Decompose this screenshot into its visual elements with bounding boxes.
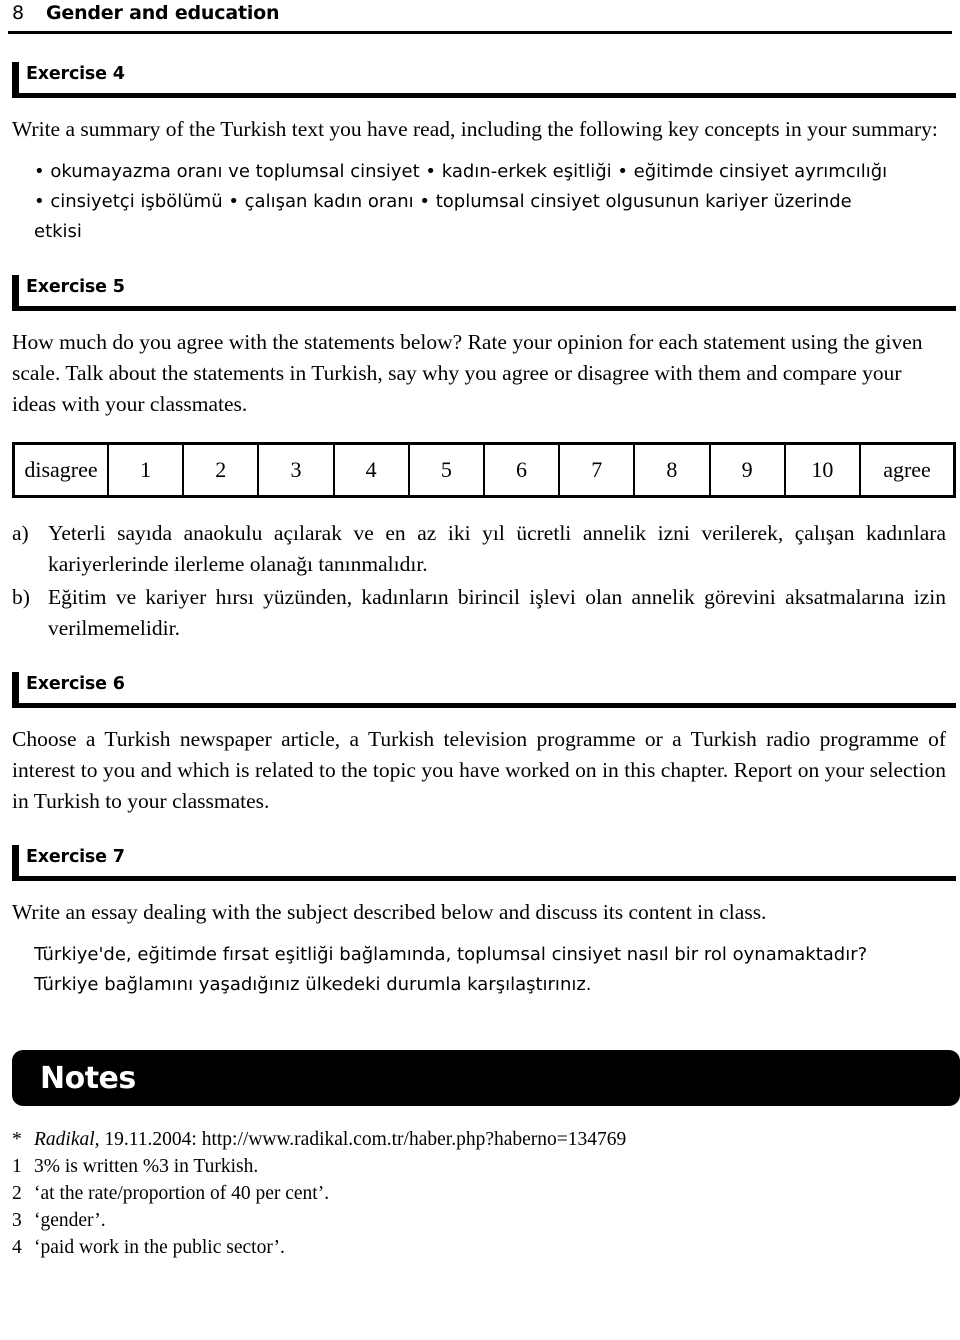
heading-bar-marker xyxy=(12,62,19,94)
footnote-text: ‘paid work in the public sector’. xyxy=(34,1237,285,1258)
footnote-item: 1 3% is written %3 in Turkish. xyxy=(12,1153,952,1180)
footnote-list: * Radikal, 19.11.2004: http://www.radika… xyxy=(12,1126,952,1261)
footnote-item: 4 ‘paid work in the public sector’. xyxy=(12,1234,952,1261)
scale-cell-1[interactable]: 1 xyxy=(106,442,185,498)
document-page: 8 Gender and education Exercise 4 Write … xyxy=(0,0,960,1340)
exercise-7-essay-prompt: Türkiye'de, eğitimde fırsat eşitliği bağ… xyxy=(34,944,868,995)
scale-cell-7[interactable]: 7 xyxy=(558,442,636,498)
footnote-marker: * xyxy=(12,1129,22,1150)
notes-banner: Notes xyxy=(12,1050,960,1106)
exercise-4-key-concepts: • okumayazma oranı ve toplumsal cinsiyet… xyxy=(34,161,888,242)
footnote-text: 3% is written %3 in Turkish. xyxy=(34,1156,259,1177)
footnote-marker: 4 xyxy=(12,1237,22,1258)
exercise-7-instruction: Write an essay dealing with the subject … xyxy=(12,900,767,924)
exercise-5-label: Exercise 5 xyxy=(26,277,125,297)
exercise-heading-4: Exercise 4 xyxy=(8,62,956,98)
rating-scale-table: disagree 1 2 3 4 5 6 7 8 9 10 agree xyxy=(12,442,956,498)
list-item: b) Eğitim ve kariyer hırsı yüzünden, kad… xyxy=(12,582,946,644)
list-item-text: Yeterli sayıda anaokulu açılarak ve en a… xyxy=(48,521,946,576)
footnote-text: ‘at the rate/proportion of 40 per cent’. xyxy=(34,1183,330,1204)
exercise-6-instruction: Choose a Turkish newspaper article, a Tu… xyxy=(12,727,946,813)
scale-cell-3[interactable]: 3 xyxy=(257,442,335,498)
exercise-7-label: Exercise 7 xyxy=(26,847,125,867)
footnote-item: * Radikal, 19.11.2004: http://www.radika… xyxy=(12,1126,952,1153)
list-item-marker: a) xyxy=(12,521,29,545)
scale-cell-9[interactable]: 9 xyxy=(708,442,786,498)
scale-cell-disagree[interactable]: disagree xyxy=(12,442,109,498)
footnote-marker: 2 xyxy=(12,1183,22,1204)
exercise-heading-5: Exercise 5 xyxy=(8,275,956,311)
list-item-marker: b) xyxy=(12,585,30,609)
table-row: disagree 1 2 3 4 5 6 7 8 9 10 agree xyxy=(12,442,956,498)
exercise-heading-6: Exercise 6 xyxy=(8,672,956,708)
scale-cell-2[interactable]: 2 xyxy=(182,442,260,498)
list-item: a) Yeterli sayıda anaokulu açılarak ve e… xyxy=(12,518,946,580)
exercise-5-statements: a) Yeterli sayıda anaokulu açılarak ve e… xyxy=(12,518,946,644)
footnote-text: Radikal, 19.11.2004: http://www.radikal.… xyxy=(34,1126,952,1153)
footnote-body: 19.11.2004: http://www.radikal.com.tr/ha… xyxy=(99,1129,627,1150)
scale-cell-agree[interactable]: agree xyxy=(859,442,956,498)
footnote-marker: 1 xyxy=(12,1156,22,1177)
heading-rule xyxy=(12,876,956,881)
heading-bar-marker xyxy=(12,845,19,877)
heading-rule xyxy=(12,703,956,708)
running-head: 8 Gender and education xyxy=(8,0,952,28)
exercise-heading-7: Exercise 7 xyxy=(8,845,956,881)
notes-title: Notes xyxy=(40,1060,136,1096)
footnote-item: 2 ‘at the rate/proportion of 40 per cent… xyxy=(12,1180,952,1207)
heading-bar-marker xyxy=(12,275,19,307)
heading-rule xyxy=(12,93,956,98)
footnote-item: 3 ‘gender’. xyxy=(12,1207,952,1234)
scale-cell-8[interactable]: 8 xyxy=(633,442,711,498)
scale-cell-5[interactable]: 5 xyxy=(407,442,485,498)
page-number: 8 xyxy=(12,2,25,24)
footnote-source-title: Radikal, xyxy=(34,1129,100,1150)
rating-scale: disagree 1 2 3 4 5 6 7 8 9 10 agree xyxy=(12,442,956,498)
chapter-title: Gender and education xyxy=(46,2,280,24)
list-item-text: Eğitim ve kariyer hırsı yüzünden, kadınl… xyxy=(48,585,946,640)
exercise-4-label: Exercise 4 xyxy=(26,64,125,84)
footnote-text: ‘gender’. xyxy=(34,1210,106,1231)
scale-cell-4[interactable]: 4 xyxy=(332,442,410,498)
heading-bar-marker xyxy=(12,672,19,704)
exercise-5-instruction: How much do you agree with the statement… xyxy=(12,330,923,416)
scale-cell-10[interactable]: 10 xyxy=(783,442,862,498)
exercise-6-label: Exercise 6 xyxy=(26,674,125,694)
heading-rule xyxy=(12,306,956,311)
header-rule xyxy=(8,31,952,34)
exercise-4-instruction: Write a summary of the Turkish text you … xyxy=(12,117,938,141)
scale-cell-6[interactable]: 6 xyxy=(482,442,561,498)
footnote-marker: 3 xyxy=(12,1210,22,1231)
